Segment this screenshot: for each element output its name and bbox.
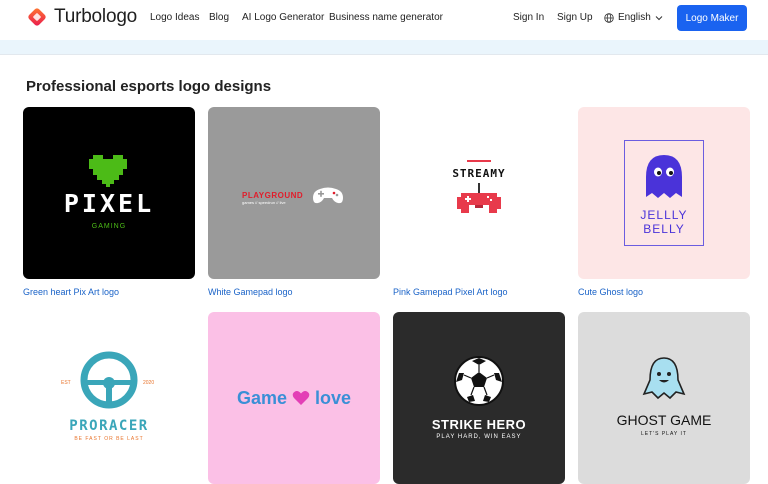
card-caption-cute-ghost[interactable]: Cute Ghost logo [578,287,643,297]
proracer-year: 2020 [143,380,155,386]
steering-wheel-icon [80,351,138,409]
proracer-est: EST [61,380,71,386]
nav-logo-ideas[interactable]: Logo Ideas [150,12,200,23]
sign-in-link[interactable]: Sign In [513,12,544,23]
card-caption-green-heart[interactable]: Green heart Pix Art logo [23,287,119,297]
strike-hero-subtitle: PLAY HARD, WIN EASY [436,434,522,440]
nav-ai-logo-generator[interactable]: AI Logo Generator [242,12,324,23]
playground-title: PLAYGROUND [242,191,304,200]
pixel-subtitle: GAMING [91,223,127,230]
card-caption-white-gamepad[interactable]: White Gamepad logo [208,287,293,297]
logo-card-ghost-game[interactable]: GHOST GAME LET'S PLAY IT [578,312,750,484]
logo-card-proracer[interactable]: EST 2020 PRORACER BE FAST OR BE LAST [23,312,195,484]
playground-subtitle: games // speedrun // live [242,200,286,205]
ghost-game-subtitle: LET'S PLAY IT [640,431,687,437]
language-label: English [618,12,651,23]
brand-name: Turbologo [54,6,138,27]
chevron-down-icon [655,15,663,20]
white-gamepad-icon [313,187,343,204]
top-navigation: Turbologo Logo Ideas Blog AI Logo Genera… [0,0,768,38]
proracer-subtitle: BE FAST OR BE LAST [74,436,144,442]
strike-hero-title: STRIKE HERO [431,417,527,432]
proracer-title: PRORACER [69,418,149,434]
pixel-title: PIXEL [63,189,155,218]
turbologo-icon [28,8,46,26]
logo-card-strike-hero[interactable]: STRIKE HERO PLAY HARD, WIN EASY [393,312,565,484]
pink-pixel-gamepad-icon [457,160,501,213]
nav-business-name-generator[interactable]: Business name generator [329,12,443,23]
game-love-word1: Game [236,388,287,408]
logo-card-pink-gamepad-pixel[interactable]: STREAMY [393,107,565,279]
card-caption-pink-gamepad[interactable]: Pink Gamepad Pixel Art logo [393,287,508,297]
logo-card-cute-ghost[interactable]: JELLLY BELLY [578,107,750,279]
ghost-title-line1: JELLLY [640,208,688,222]
soccer-ball-icon [454,356,504,406]
streamy-title: STREAMY [452,167,506,180]
logo-maker-button[interactable]: Logo Maker [677,5,747,31]
sign-up-link[interactable]: Sign Up [557,12,593,23]
ghost-game-title: GHOST GAME [616,412,712,428]
ghost-title-line2: BELLY [643,222,685,236]
brand-logo[interactable]: Turbologo [26,6,137,28]
nav-blog[interactable]: Blog [209,12,229,23]
ghost-icon [642,357,686,400]
logo-card-white-gamepad[interactable]: PLAYGROUND games // speedrun // live [208,107,380,279]
globe-icon [604,12,614,23]
ghost-icon [646,155,682,198]
language-selector[interactable]: English [604,12,667,23]
divider [0,54,768,55]
section-title: Professional esports logo designs [26,78,272,95]
game-love-title: Game love [208,388,380,409]
logo-card-green-heart-pixel[interactable]: PIXEL GAMING [23,107,195,279]
game-love-word2: love [315,388,352,408]
banner-strip [0,40,768,54]
heart-icon [292,391,310,405]
logo-card-game-love[interactable]: Game love [208,312,380,484]
